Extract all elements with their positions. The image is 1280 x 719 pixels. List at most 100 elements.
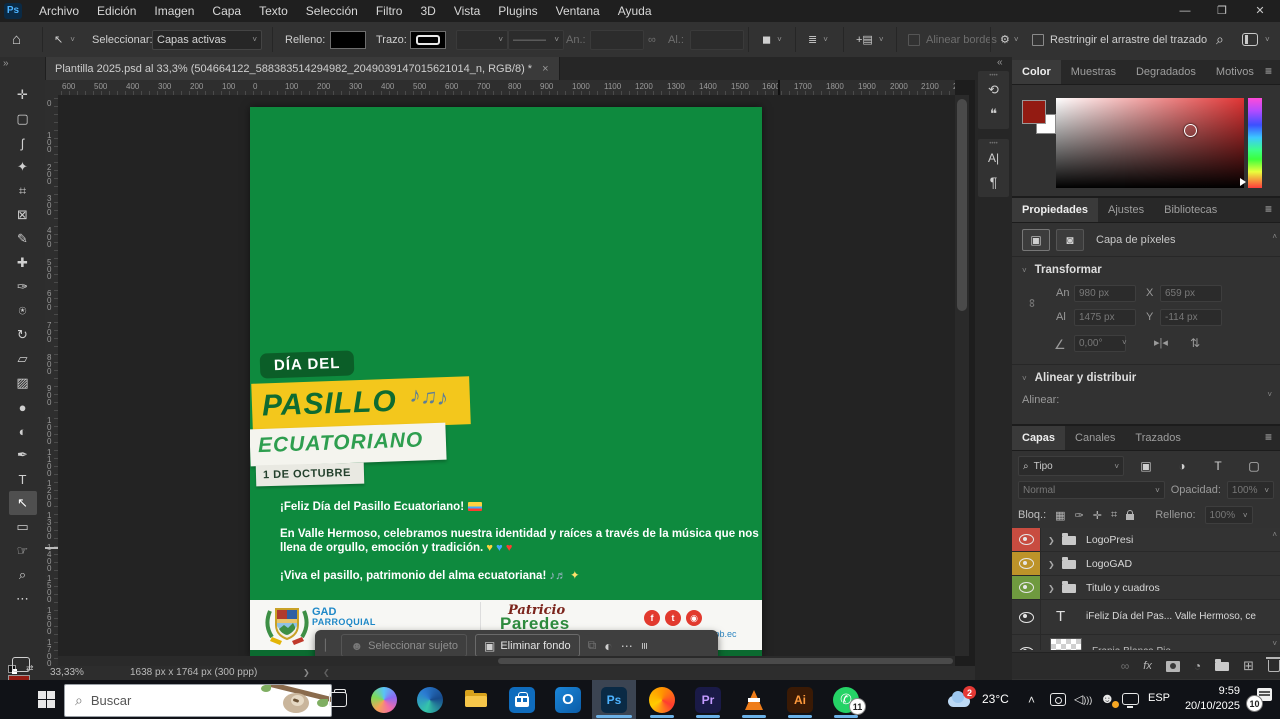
align-edges-checkbox[interactable]: Alinear bordes	[908, 22, 997, 57]
document-canvas[interactable]: DÍA DEL PASILLO ♪♫♪ ECUATORIANO 1 DE OCT…	[250, 107, 762, 656]
visibility-eye-icon[interactable]	[1019, 582, 1034, 593]
scroll-up-icon[interactable]: ˄	[1272, 530, 1277, 539]
edge-button[interactable]	[408, 680, 452, 719]
vertical-scrollbar[interactable]	[955, 95, 969, 656]
tab-motivos[interactable]: Motivos	[1206, 60, 1264, 84]
hue-slider[interactable]	[1248, 98, 1262, 188]
group-caret-icon[interactable]: ❯	[1048, 584, 1055, 593]
clock[interactable]: 9:59 20/10/2025	[1178, 684, 1240, 714]
collapse-tools-icon[interactable]: »	[3, 58, 9, 69]
whatsapp-button[interactable]: ✆ 11	[824, 680, 868, 719]
hand-tool[interactable]: ☞	[9, 539, 37, 563]
layer-row-text[interactable]: T iFeliz Día del Pas... Valle Hermoso, c…	[1012, 600, 1280, 635]
link-layers-icon[interactable]: ∞	[1121, 659, 1130, 673]
flip-vertical-icon[interactable]: ⇅	[1190, 336, 1200, 350]
menu-vista[interactable]: Vista	[445, 0, 489, 22]
horizontal-ruler[interactable]: 6005004003002001000100200300400500600700…	[58, 80, 955, 96]
history-panel-icon[interactable]: ⟲	[982, 78, 1006, 102]
mask-icon[interactable]: ◙	[1056, 229, 1084, 251]
path-arrangement-button[interactable]: +▤˅	[856, 22, 884, 57]
stroke-swatch[interactable]	[410, 22, 446, 57]
illustrator-button[interactable]: Ai	[778, 680, 822, 719]
new-adjustment-icon[interactable]: ◔	[1194, 659, 1201, 673]
minimize-button[interactable]: —	[1168, 0, 1202, 22]
photoshop-button[interactable]: Ps	[592, 680, 636, 719]
hue-slider-thumb[interactable]	[1240, 178, 1246, 186]
scroll-up-icon[interactable]: ˄	[1272, 232, 1277, 241]
network-display-icon[interactable]	[1122, 693, 1139, 705]
document-tab[interactable]: Plantilla 2025.psd al 33,3% (504664122_5…	[45, 57, 560, 80]
character-panel-icon[interactable]: A|	[982, 146, 1006, 170]
temperature-label[interactable]: 23°C	[982, 692, 1009, 706]
panel-menu-icon[interactable]: ≡	[1257, 430, 1280, 444]
lock-position-icon[interactable]: ✛	[1093, 509, 1102, 522]
color-field[interactable]	[1056, 98, 1244, 188]
group-caret-icon[interactable]: ❯	[1048, 536, 1055, 545]
menu-seleccion[interactable]: Selección	[297, 0, 367, 22]
teams-icon[interactable]	[1050, 693, 1066, 706]
link-dimensions-icon[interactable]: ∞	[648, 22, 656, 57]
lasso-tool[interactable]: ʃ	[9, 131, 37, 155]
lock-all-icon[interactable]	[1126, 514, 1134, 520]
quick-mask-button[interactable]	[12, 657, 30, 672]
taskbar-settings-icon[interactable]: ≡	[637, 642, 651, 649]
flip-horizontal-icon[interactable]: ▸|◂	[1154, 336, 1168, 349]
comments-panel-icon[interactable]: ❝	[982, 102, 1006, 126]
adjustment-icon[interactable]: ◐	[604, 638, 612, 654]
color-picker-cursor[interactable]	[1184, 124, 1197, 137]
opacity-field[interactable]: 100% ˅	[1227, 481, 1274, 499]
pixel-layer-icon[interactable]: ▣	[1022, 229, 1050, 251]
more-tools[interactable]: ⋯	[9, 587, 37, 611]
outlook-button[interactable]: O	[546, 680, 590, 719]
drag-handle[interactable]: ▏	[325, 639, 333, 652]
filter-type-icon[interactable]: T	[1204, 455, 1232, 477]
filter-shape-icon[interactable]: ▢	[1240, 455, 1268, 477]
menu-capa[interactable]: Capa	[203, 0, 250, 22]
layer-row-titulo[interactable]: ❯ Titulo y cuadros	[1012, 576, 1280, 600]
pen-tool[interactable]: ✒	[9, 443, 37, 467]
delete-layer-icon[interactable]	[1268, 660, 1280, 672]
expand-panels-icon[interactable]: «	[997, 57, 1003, 68]
visibility-eye-icon[interactable]	[1019, 612, 1034, 623]
tab-close-icon[interactable]: ×	[542, 63, 548, 75]
canvas-pasteboard[interactable]: DÍA DEL PASILLO ♪♫♪ ECUATORIANO 1 DE OCT…	[58, 95, 955, 656]
layer-row-logogad[interactable]: ❯ LogoGAD	[1012, 552, 1280, 576]
healing-brush-tool[interactable]: ✚	[9, 251, 37, 275]
tab-propiedades[interactable]: Propiedades	[1012, 198, 1098, 222]
notification-center-button[interactable]: 10	[1248, 688, 1272, 710]
menu-archivo[interactable]: Archivo	[30, 0, 88, 22]
dodge-tool[interactable]: ◐	[9, 419, 37, 443]
weather-button[interactable]: 2	[946, 686, 976, 712]
volume-icon[interactable]: ◁)))	[1074, 692, 1092, 706]
workspace-switcher[interactable]: ˅	[1242, 22, 1270, 57]
type-tool[interactable]: T	[9, 467, 37, 491]
horizontal-scroll-thumb[interactable]	[498, 658, 953, 664]
restore-button[interactable]: ❐	[1205, 0, 1239, 22]
layer-effects-icon[interactable]: fx	[1143, 660, 1152, 672]
tab-degradados[interactable]: Degradados	[1126, 60, 1206, 84]
task-view-button[interactable]	[316, 680, 360, 719]
menu-edicion[interactable]: Edición	[88, 0, 145, 22]
panel-menu-icon[interactable]: ≡	[1257, 64, 1280, 78]
visibility-eye-icon[interactable]	[1019, 647, 1034, 651]
paragraph-panel-icon[interactable]: ¶	[982, 170, 1006, 194]
ruler-corner[interactable]	[45, 80, 59, 96]
taskbar-search[interactable]: ⌕ Buscar	[64, 684, 332, 717]
tab-bibliotecas[interactable]: Bibliotecas	[1154, 198, 1227, 222]
y-field[interactable]: -114 px	[1160, 309, 1222, 326]
eyedropper-tool[interactable]: ✎	[9, 227, 37, 251]
visibility-eye-icon[interactable]	[1019, 558, 1034, 569]
visibility-eye-icon[interactable]	[1019, 534, 1034, 545]
tool-preset-button[interactable]: ↖ ˅	[54, 22, 75, 57]
gradient-tool[interactable]: ▨	[9, 371, 37, 395]
close-button[interactable]: ✕	[1243, 0, 1277, 22]
search-button[interactable]: ⌕	[1216, 22, 1224, 57]
tab-ajustes[interactable]: Ajustes	[1098, 198, 1154, 222]
rectangle-tool[interactable]: ▭	[9, 515, 37, 539]
select-mode-dropdown[interactable]: Capas activas˅	[152, 22, 262, 57]
new-group-icon[interactable]	[1215, 662, 1229, 671]
tab-capas[interactable]: Capas	[1012, 426, 1065, 450]
status-arrow-icon[interactable]: ❯	[303, 668, 310, 677]
tab-canales[interactable]: Canales	[1065, 426, 1125, 450]
home-button[interactable]: ⌂	[12, 22, 21, 57]
